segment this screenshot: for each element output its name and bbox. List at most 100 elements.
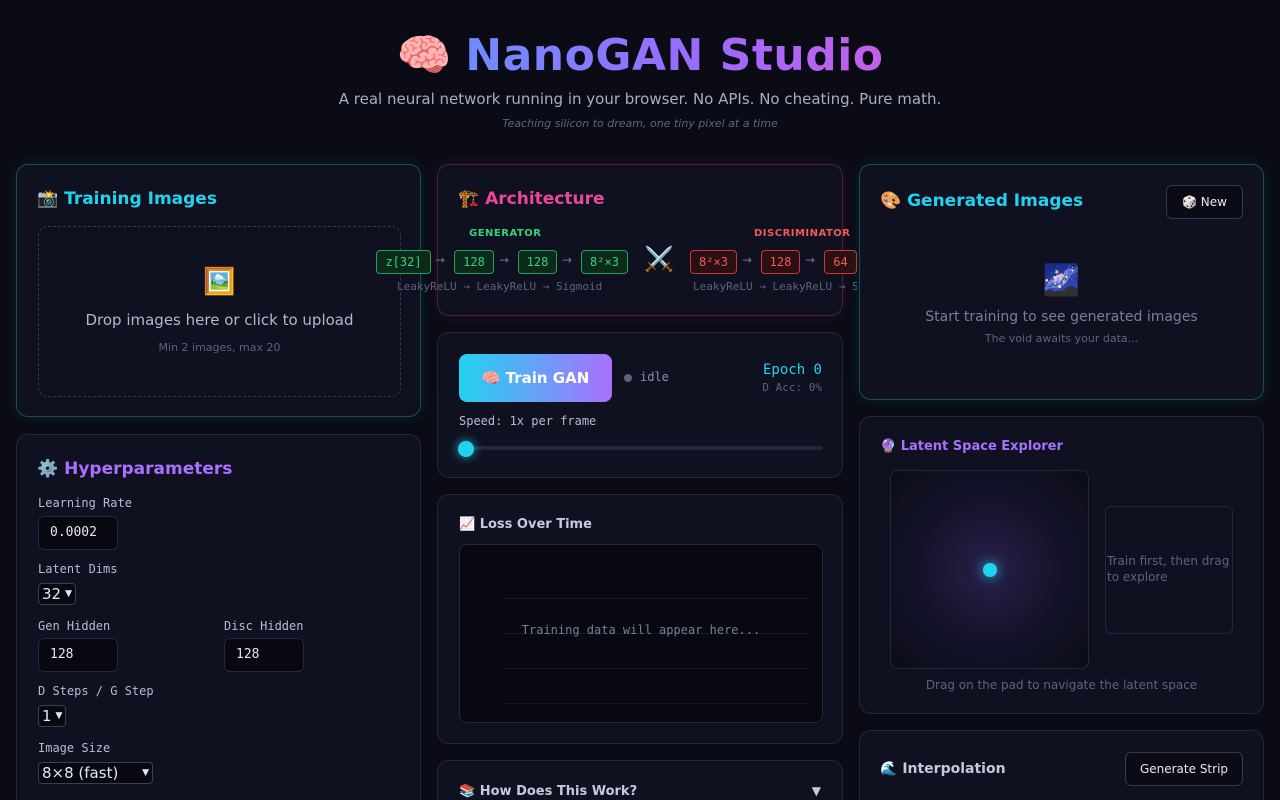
latent-output-preview: Train first, then drag to explore xyxy=(1105,506,1233,634)
palette-icon: 🎨 xyxy=(880,191,902,211)
gen-node-hidden-1: 128 xyxy=(454,250,494,274)
disc-node-hidden-2: 64 xyxy=(824,250,857,274)
chevron-down-icon: ▼ xyxy=(55,711,63,721)
train-gan-button[interactable]: 🧠 Train GAN xyxy=(459,354,612,402)
gen-node-latent: z[32] xyxy=(376,250,431,274)
chart-gridline xyxy=(504,703,810,704)
learning-rate-input[interactable]: 0.0002 xyxy=(38,516,118,550)
gear-icon: ⚙️ xyxy=(37,459,59,479)
brain-icon: 🧠 xyxy=(396,30,452,81)
gen-hidden-label: Gen Hidden xyxy=(38,619,111,633)
hyperparameters-panel: ⚙️ Hyperparameters Learning Rate 0.0002 … xyxy=(16,434,421,800)
hyperparameters-title: ⚙️ Hyperparameters xyxy=(37,459,232,479)
discriminator-accuracy: D Acc: 0% xyxy=(762,381,822,394)
training-images-title: 📸 Training Images xyxy=(37,189,217,209)
swords-icon: ⚔️ xyxy=(644,245,674,273)
generated-images-panel: 🎨 Generated Images 🎲 New 🌌 Start trainin… xyxy=(859,164,1264,400)
arrow-icon: → xyxy=(742,253,753,267)
wave-icon: 🌊 xyxy=(880,761,898,777)
generated-images-title: 🎨 Generated Images xyxy=(880,191,1083,211)
chevron-down-icon[interactable]: ▼ xyxy=(812,784,821,798)
disc-hidden-input[interactable]: 128 xyxy=(224,638,304,672)
chart-gridline xyxy=(504,598,810,599)
generator-label: GENERATOR xyxy=(469,228,542,239)
latent-hint: Drag on the pad to navigate the latent s… xyxy=(925,678,1198,692)
discriminator-activations: LeakyReLU → LeakyReLU → Sigmoid xyxy=(693,280,857,293)
latent-explorer-panel: 🔮 Latent Space Explorer Train first, the… xyxy=(859,416,1264,714)
arrow-icon: → xyxy=(562,253,573,267)
generate-strip-button[interactable]: Generate Strip xyxy=(1125,752,1243,786)
architecture-title-text: Architecture xyxy=(485,189,605,209)
latent-output-text: Train first, then drag to explore xyxy=(1107,554,1230,584)
gen-node-hidden-2: 128 xyxy=(518,250,557,274)
dropzone-text: Drop images here or click to upload xyxy=(85,311,354,329)
interpolation-panel: 🌊 Interpolation Generate Strip xyxy=(859,730,1264,800)
title-row: 🧠 NanoGAN Studio xyxy=(0,28,1280,84)
page-tagline: Teaching silicon to dream, one tiny pixe… xyxy=(502,117,778,130)
new-images-button[interactable]: 🎲 New xyxy=(1166,185,1243,219)
latent-dims-select[interactable]: 32 ▼ xyxy=(38,583,77,605)
architecture-panel: 🏗️ Architecture GENERATOR DISCRIMINATOR … xyxy=(376,164,857,316)
how-it-works-panel[interactable]: 📚 How Does This Work? ▼ xyxy=(437,760,843,800)
training-control-panel: 🧠 Train GAN idle Epoch 0 D Acc: 0% Speed… xyxy=(437,332,843,478)
crystal-ball-icon: 🔮 xyxy=(880,439,897,454)
chart-gridline xyxy=(504,668,810,669)
latent-dims-value: 32 xyxy=(42,585,62,603)
arrow-icon: → xyxy=(805,253,816,267)
camera-icon: 📸 xyxy=(37,189,59,209)
how-it-works-title: 📚 How Does This Work? xyxy=(459,784,637,799)
discriminator-label: DISCRIMINATOR xyxy=(754,228,851,239)
page-title: NanoGAN Studio xyxy=(465,28,883,84)
loss-chart: Training data will appear here... xyxy=(459,544,823,723)
how-it-works-title-text: How Does This Work? xyxy=(479,784,638,799)
dropzone-hint: Min 2 images, max 20 xyxy=(158,341,281,354)
chevron-down-icon: ▼ xyxy=(142,768,149,778)
hyperparameters-title-text: Hyperparameters xyxy=(64,459,233,479)
status-dot xyxy=(624,374,632,382)
generated-images-title-text: Generated Images xyxy=(907,191,1084,211)
learning-rate-label: Learning Rate xyxy=(38,496,132,510)
speed-label: Speed: 1x per frame xyxy=(459,414,597,428)
galaxy-icon: 🌌 xyxy=(1042,263,1081,298)
latent-pad[interactable] xyxy=(890,470,1089,669)
latent-explorer-title-text: Latent Space Explorer xyxy=(900,439,1063,454)
image-size-value: 8×8 (fast) xyxy=(42,764,119,782)
arrow-icon: → xyxy=(499,253,510,267)
interpolation-title: 🌊 Interpolation xyxy=(880,761,1006,777)
latent-pad-handle[interactable] xyxy=(983,563,997,577)
books-icon: 📚 xyxy=(459,784,476,799)
generated-empty-subtext: The void awaits your data... xyxy=(984,332,1139,345)
loss-panel: 📈 Loss Over Time Training data will appe… xyxy=(437,494,843,744)
d-steps-label: D Steps / G Step xyxy=(38,684,154,698)
gen-hidden-input[interactable]: 128 xyxy=(38,638,118,672)
disc-node-input: 8²×3 xyxy=(690,250,737,274)
gen-node-output: 8²×3 xyxy=(581,250,628,274)
latent-dims-label: Latent Dims xyxy=(38,562,118,576)
generated-empty-text: Start training to see generated images xyxy=(925,309,1198,325)
speed-slider-track[interactable] xyxy=(459,446,823,450)
crane-icon: 🏗️ xyxy=(458,189,480,209)
training-status: idle xyxy=(640,370,669,384)
loss-empty-text: Training data will appear here... xyxy=(521,623,761,637)
d-steps-value: 1 xyxy=(42,707,52,725)
arrow-icon: → xyxy=(435,253,446,267)
loss-title: 📈 Loss Over Time xyxy=(459,517,592,532)
image-size-select[interactable]: 8×8 (fast) ▼ xyxy=(38,762,153,784)
page-subtitle: A real neural network running in your br… xyxy=(338,90,942,108)
image-size-label: Image Size xyxy=(38,741,111,755)
interpolation-title-text: Interpolation xyxy=(902,761,1006,777)
page-header: 🧠 NanoGAN Studio A real neural network r… xyxy=(0,0,1280,150)
d-steps-select[interactable]: 1 ▼ xyxy=(38,705,67,727)
disc-node-hidden-1: 128 xyxy=(761,250,800,274)
epoch-counter: Epoch 0 xyxy=(762,362,822,378)
architecture-title: 🏗️ Architecture xyxy=(458,189,605,209)
speed-slider-thumb[interactable] xyxy=(458,441,474,457)
chevron-down-icon: ▼ xyxy=(65,589,73,599)
image-dropzone[interactable]: 🖼️ Drop images here or click to upload M… xyxy=(38,226,401,397)
training-images-title-text: Training Images xyxy=(64,189,217,209)
loss-title-text: Loss Over Time xyxy=(479,517,592,532)
chart-icon: 📈 xyxy=(459,517,476,532)
disc-hidden-label: Disc Hidden xyxy=(224,619,304,633)
training-images-panel: 📸 Training Images 🖼️ Drop images here or… xyxy=(16,164,421,417)
latent-explorer-title: 🔮 Latent Space Explorer xyxy=(880,439,1063,454)
